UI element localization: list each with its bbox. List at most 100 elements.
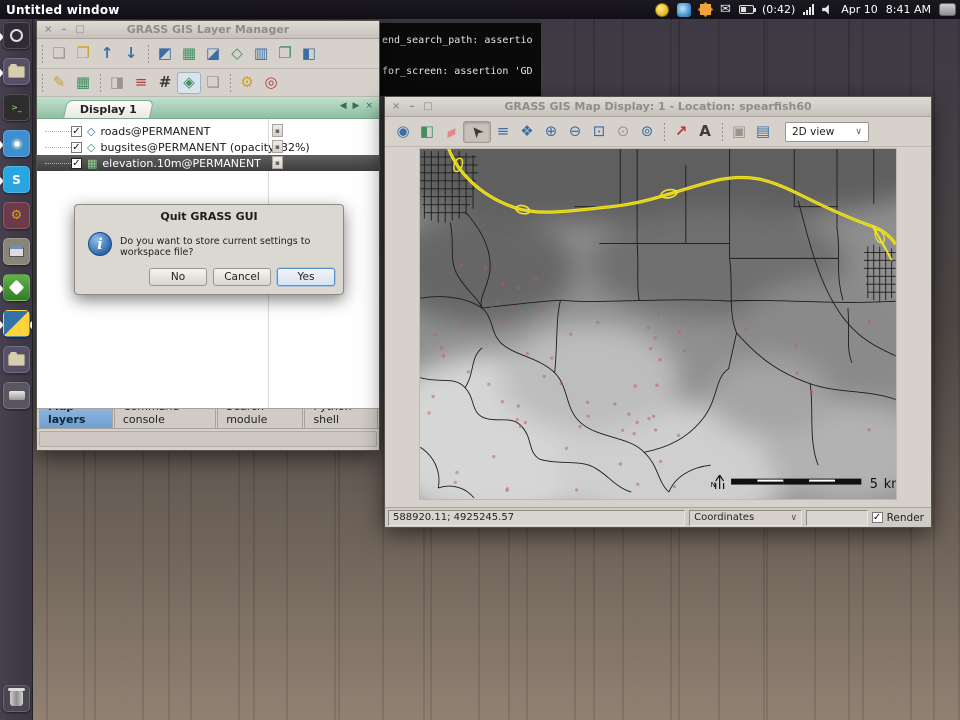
zoom-out-icon[interactable]: ⊖	[563, 121, 587, 143]
skype-icon[interactable]: S	[3, 166, 30, 193]
cancel-button[interactable]: Cancel	[213, 268, 271, 286]
layer-row-button[interactable]: ▪	[272, 124, 283, 137]
coordinates-display: 588920.11; 4925245.57	[388, 510, 685, 526]
layer-manager-titlebar[interactable]: × – □ GRASS GIS Layer Manager	[37, 21, 379, 39]
unity-launcher: >_ S ⚙	[0, 19, 33, 720]
network-signal-icon[interactable]	[803, 4, 814, 15]
map-display-titlebar[interactable]: × – □ GRASS GIS Map Display: 1 - Locatio…	[385, 97, 931, 117]
add-vector-icon[interactable]: ◇	[225, 43, 249, 65]
grass-gis-icon[interactable]	[3, 274, 30, 301]
package-manager-icon[interactable]: ⚙	[3, 202, 30, 229]
add-raster-icon[interactable]: ▦	[177, 43, 201, 65]
disk-icon[interactable]	[3, 382, 30, 409]
display-map-icon[interactable]: ◉	[391, 121, 415, 143]
edit-icon[interactable]: ✎	[47, 72, 71, 94]
layer-row-roads[interactable]: ✓ ◇ roads@PERMANENT ▪	[37, 123, 379, 139]
terminal-icon[interactable]: >_	[3, 94, 30, 121]
add-overlay-icon[interactable]: ◧	[415, 121, 439, 143]
files-icon[interactable]	[3, 58, 30, 85]
tab-display-1[interactable]: Display 1	[63, 100, 154, 118]
app-indicator-icon[interactable]	[677, 3, 691, 17]
add-multi-raster-icon[interactable]: ◩	[153, 43, 177, 65]
pan-icon[interactable]: ❖	[515, 121, 539, 143]
top-panel: Untitled window ✉ (0:42) Apr 10 8:41 AM	[0, 0, 960, 19]
zoom-in-icon[interactable]: ⊕	[539, 121, 563, 143]
tools-toolbar: ✎ ▦ ◨ ≡ # ◈ ❏ ⚙ ◎	[37, 69, 379, 97]
layer-row-elevation[interactable]: ✓ ▦ elevation.10m@PERMANENT ▪	[37, 155, 379, 171]
add-text-icon[interactable]: A	[693, 121, 717, 143]
map-display-content: N 5 km	[385, 147, 931, 507]
raster-layer-icon: ▦	[87, 157, 97, 170]
update-indicator-icon[interactable]	[699, 3, 712, 16]
map-display-window: × – □ GRASS GIS Map Display: 1 - Locatio…	[384, 96, 932, 528]
zoom-extent-icon[interactable]: ⊡	[587, 121, 611, 143]
dialog-title: Quit GRASS GUI	[75, 205, 343, 223]
georectify-icon[interactable]: #	[153, 72, 177, 94]
battery-icon[interactable]	[739, 5, 754, 14]
save-workspace-icon[interactable]: ↑	[95, 43, 119, 65]
vector-layer-icon: ◇	[87, 125, 95, 138]
layer-row-bugsites[interactable]: ✓ ◇ bugsites@PERMANENT (opacity: 32%) ▪	[37, 139, 379, 155]
screenshot-tool-icon[interactable]	[3, 238, 30, 265]
view-mode-select[interactable]: 2D view ∨	[785, 122, 869, 142]
erase-icon[interactable]: ▰	[435, 116, 466, 146]
yes-button[interactable]: Yes	[277, 268, 335, 286]
trash-icon[interactable]	[3, 685, 30, 712]
dash-home-icon[interactable]	[3, 22, 30, 49]
render-checkbox[interactable]: ✓	[872, 512, 883, 523]
browser-icon[interactable]	[3, 130, 30, 157]
tab-scroll-left-icon[interactable]: ◀	[340, 101, 347, 111]
folder-icon[interactable]	[3, 346, 30, 373]
session-menu-icon[interactable]	[939, 3, 956, 16]
active-window-title: Untitled window	[0, 3, 120, 17]
tab-close-icon[interactable]: ×	[365, 101, 373, 111]
pointer-icon[interactable]: ➤	[463, 121, 491, 143]
add-overlay-icon[interactable]: ◧	[297, 43, 321, 65]
save-display-icon[interactable]: ▣	[727, 121, 751, 143]
terminal-window[interactable]: end_search_path: assertio for_screen: as…	[380, 20, 541, 96]
message-indicator-icon[interactable]: ✉	[720, 3, 731, 16]
graphical-modeler-icon[interactable]: ◈	[177, 72, 201, 94]
new-workspace-icon[interactable]: ❏	[47, 43, 71, 65]
map-canvas[interactable]: N 5 km	[419, 148, 897, 500]
tab-scroll-right-icon[interactable]: ▶	[353, 101, 360, 111]
layer-row-button[interactable]: ▪	[272, 156, 283, 169]
layer-label: roads@PERMANENT	[100, 125, 210, 138]
map-toolbar: ◉ ◧ ▰ ➤ ≡ ❖ ⊕ ⊖ ⊡ ⊙ ⊚ ↗ A ▣ ▤ 2D view ∨	[385, 117, 931, 147]
zoom-back-icon[interactable]: ⊙	[611, 121, 635, 143]
sound-icon[interactable]	[822, 4, 833, 15]
raster-calculator-icon[interactable]: ≡	[129, 72, 153, 94]
help-icon[interactable]: ◎	[259, 72, 283, 94]
python-icon[interactable]	[3, 310, 30, 337]
add-map-elements-icon[interactable]: ▥	[249, 43, 273, 65]
digitizer-icon[interactable]: ◨	[105, 72, 129, 94]
attribute-table-icon[interactable]: ▦	[71, 72, 95, 94]
load-workspace-icon[interactable]: ↓	[119, 43, 143, 65]
no-button[interactable]: No	[149, 268, 207, 286]
render-toggle[interactable]: ✓ Render	[872, 512, 928, 524]
add-group-icon[interactable]: ❐	[273, 43, 297, 65]
system-tray: ✉ (0:42) Apr 10 8:41 AM	[655, 3, 960, 17]
dialog-message: Do you want to store current settings to…	[120, 236, 338, 258]
svg-text:5: 5	[870, 477, 878, 492]
print-icon[interactable]: ▤	[751, 121, 775, 143]
settings-icon[interactable]: ⚙	[235, 72, 259, 94]
add-multi-vector-icon[interactable]: ◪	[201, 43, 225, 65]
layer-checkbox[interactable]: ✓	[71, 158, 82, 169]
analyze-icon[interactable]: ↗	[669, 121, 693, 143]
date-label[interactable]: Apr 10	[841, 3, 878, 16]
python-editor-icon[interactable]: ❏	[201, 72, 225, 94]
vector-layer-icon: ◇	[87, 141, 95, 154]
clock-label[interactable]: 8:41 AM	[886, 3, 931, 16]
zoom-options-icon[interactable]: ⊚	[635, 121, 659, 143]
statusbar-mode-select[interactable]: Coordinates ∨	[689, 510, 802, 526]
query-icon[interactable]: ≡	[491, 121, 515, 143]
open-workspace-icon[interactable]: ❐	[71, 43, 95, 65]
statusbar-progress	[806, 510, 867, 526]
timer-indicator-icon[interactable]	[655, 3, 669, 17]
terminal-line: end_search_path: assertio	[380, 35, 541, 46]
battery-time: (0:42)	[762, 3, 795, 16]
layer-checkbox[interactable]: ✓	[71, 142, 82, 153]
layer-checkbox[interactable]: ✓	[71, 126, 82, 137]
layer-row-button[interactable]: ▪	[272, 140, 283, 153]
